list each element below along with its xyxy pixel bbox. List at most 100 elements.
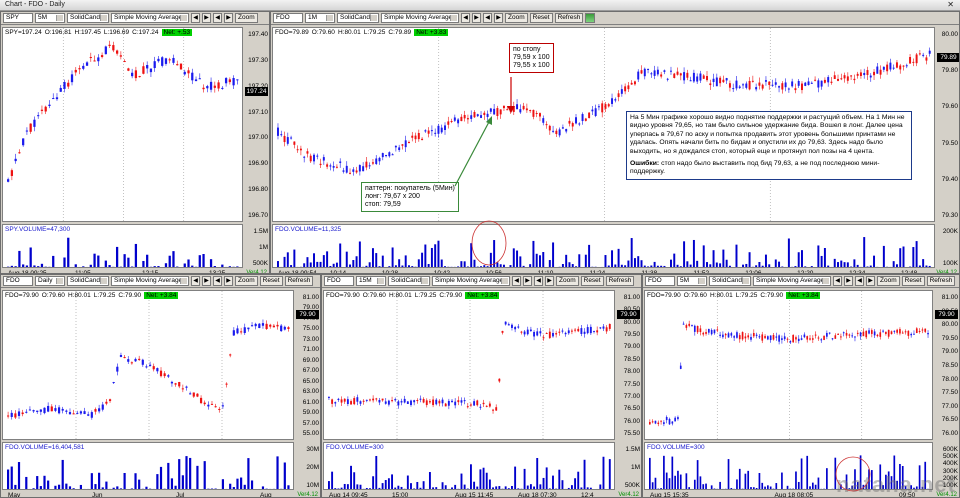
- scroll-left-icon[interactable]: ◀: [191, 276, 200, 286]
- volume-plot[interactable]: FDO.VOLUME=16,404,581: [2, 442, 294, 490]
- volume-bar: [206, 267, 208, 268]
- candle-body: [602, 326, 605, 329]
- scroll-left-icon[interactable]: ◀: [461, 13, 470, 23]
- volume-bar: [250, 480, 254, 489]
- study-select[interactable]: Simple Moving Average: [111, 276, 189, 286]
- study-select[interactable]: Simple Moving Average: [381, 13, 459, 23]
- interval-select[interactable]: 15M: [356, 276, 386, 286]
- zoom-button[interactable]: Zoom: [877, 276, 900, 286]
- candle-body: [922, 54, 925, 56]
- volume-bar: [809, 486, 811, 489]
- volume-bar: [303, 263, 306, 267]
- volume-bar: [362, 488, 365, 489]
- symbol-input[interactable]: FDO: [3, 276, 33, 286]
- price-plot[interactable]: SPY=197.24 O:196.81 H:197.45 L:196.69 C:197.…: [2, 27, 243, 222]
- style-select[interactable]: SolidCandle: [67, 276, 109, 286]
- zoom-button[interactable]: Zoom: [235, 276, 258, 286]
- price-plot[interactable]: FDO=79.90 O:79.60 H:80.01 L:79.25 C:79.90 Net…: [644, 290, 933, 440]
- candle-body: [696, 76, 699, 82]
- scroll-right-icon[interactable]: ▶: [494, 13, 503, 23]
- symbol-input[interactable]: FDO: [645, 276, 675, 286]
- refresh-button[interactable]: Refresh: [554, 13, 584, 23]
- volume-bar: [342, 266, 345, 267]
- style-select[interactable]: SolidCandle: [709, 276, 751, 286]
- style-select[interactable]: SolidCandle: [388, 276, 430, 286]
- reset-button[interactable]: Reset: [901, 276, 925, 286]
- candle-body: [25, 411, 28, 413]
- candle-body: [589, 326, 592, 334]
- scroll-right-icon[interactable]: ▶: [224, 276, 233, 286]
- chart-toolbar: SPY 5M SolidCandle Simple Moving Average ◀ ▶ ◀…: [1, 12, 269, 25]
- refresh-button[interactable]: Refresh: [926, 276, 956, 286]
- volume-bar: [254, 488, 257, 489]
- volume-bar: [146, 254, 149, 267]
- study-select[interactable]: Simple Moving Average: [432, 276, 510, 286]
- scroll-left-icon[interactable]: ◀: [833, 276, 842, 286]
- scroll-left-icon[interactable]: ◀: [483, 13, 492, 23]
- symbol-input[interactable]: FDO: [273, 13, 303, 23]
- volume-bar: [286, 252, 289, 267]
- candle-body: [167, 375, 170, 377]
- volume-bar: [558, 266, 561, 267]
- volume-bar: [599, 484, 602, 489]
- scroll-left-icon[interactable]: ◀: [534, 276, 543, 286]
- candle-body: [571, 123, 574, 127]
- interval-select[interactable]: 1M: [305, 13, 335, 23]
- interval-select[interactable]: Daily: [35, 276, 65, 286]
- volume-bar: [574, 478, 577, 489]
- volume-bar: [750, 487, 752, 489]
- style-select[interactable]: SolidCandle: [67, 13, 109, 23]
- reset-button[interactable]: Reset: [580, 276, 604, 286]
- candle-body: [811, 338, 814, 340]
- candle-body: [174, 383, 177, 385]
- volume-plot[interactable]: FDO.VOLUME=300: [323, 442, 615, 490]
- scroll-left-icon[interactable]: ◀: [213, 276, 222, 286]
- scroll-left-icon[interactable]: ◀: [855, 276, 864, 286]
- candle-body: [343, 398, 346, 402]
- symbol-input[interactable]: FDO: [324, 276, 354, 286]
- study-select[interactable]: Simple Moving Average: [111, 13, 189, 23]
- scroll-right-icon[interactable]: ▶: [545, 276, 554, 286]
- scroll-right-icon[interactable]: ▶: [202, 13, 211, 23]
- scroll-left-icon[interactable]: ◀: [213, 13, 222, 23]
- style-select[interactable]: SolidCandle: [337, 13, 379, 23]
- interval-select[interactable]: 5M: [677, 276, 707, 286]
- refresh-button[interactable]: Refresh: [284, 276, 314, 286]
- volume-bar: [810, 266, 813, 267]
- reset-button[interactable]: Reset: [259, 276, 283, 286]
- reset-button[interactable]: Reset: [529, 13, 553, 23]
- volume-bar: [52, 255, 55, 267]
- price-plot[interactable]: FDO=79.90 O:79.60 H:80.01 L:79.25 C:79.90 Net…: [2, 290, 294, 440]
- scroll-right-icon[interactable]: ▶: [844, 276, 853, 286]
- scroll-right-icon[interactable]: ▶: [866, 276, 875, 286]
- scroll-right-icon[interactable]: ▶: [224, 13, 233, 23]
- scroll-left-icon[interactable]: ◀: [512, 276, 521, 286]
- scroll-right-icon[interactable]: ▶: [202, 276, 211, 286]
- candle-body: [453, 117, 456, 121]
- symbol-input[interactable]: SPY: [3, 13, 33, 23]
- volume-bar: [692, 239, 695, 267]
- scroll-right-icon[interactable]: ▶: [472, 13, 481, 23]
- volume-plot[interactable]: SPY.VOLUME=47,300: [2, 224, 243, 268]
- scroll-left-icon[interactable]: ◀: [191, 13, 200, 23]
- candle-body: [61, 408, 64, 411]
- volume-bar: [37, 266, 40, 267]
- candle-body: [384, 401, 387, 404]
- candle-body: [189, 393, 192, 395]
- study-select[interactable]: Simple Moving Average: [753, 276, 831, 286]
- refresh-button[interactable]: Refresh: [605, 276, 635, 286]
- candle-body: [403, 398, 406, 403]
- volume-bar: [906, 267, 908, 268]
- volume-tick-label: 500K: [942, 453, 958, 461]
- close-icon[interactable]: ✕: [947, 0, 954, 9]
- price-plot[interactable]: FDO=79.90 O:79.60 H:80.01 L:79.25 C:79.90 Net…: [323, 290, 615, 440]
- scroll-right-icon[interactable]: ▶: [523, 276, 532, 286]
- volume-bar: [840, 260, 843, 267]
- candle-body: [742, 84, 745, 86]
- zoom-button[interactable]: Zoom: [505, 13, 528, 23]
- chart-settings-icon[interactable]: [585, 13, 596, 23]
- zoom-button[interactable]: Zoom: [235, 13, 258, 23]
- zoom-button[interactable]: Zoom: [556, 276, 579, 286]
- volume-plot[interactable]: FDO.VOLUME=11,325: [272, 224, 935, 268]
- interval-select[interactable]: 5M: [35, 13, 65, 23]
